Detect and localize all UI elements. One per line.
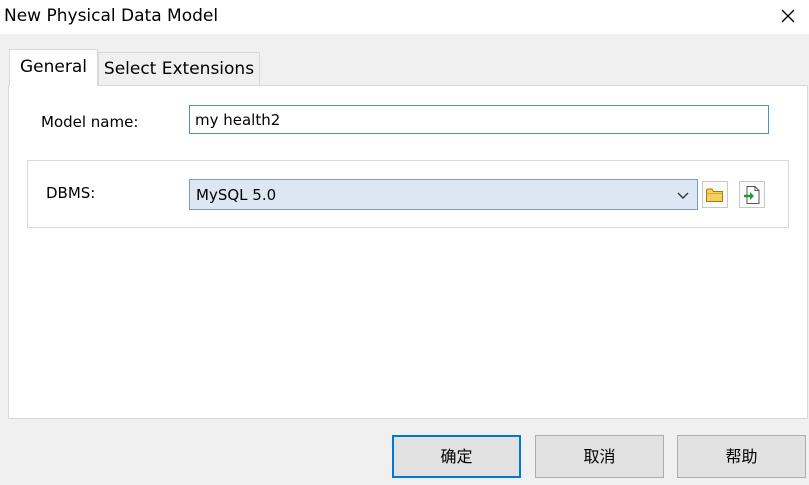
browse-folder-button[interactable]	[702, 181, 728, 208]
folder-icon	[706, 188, 723, 202]
tab-select-extensions[interactable]: Select Extensions	[98, 52, 260, 86]
model-name-input[interactable]	[189, 105, 769, 134]
cancel-button[interactable]: 取消	[535, 435, 664, 478]
close-button[interactable]	[774, 4, 802, 28]
model-name-label: Model name:	[41, 113, 139, 131]
tab-general[interactable]: General	[9, 49, 98, 86]
title-bar: New Physical Data Model	[0, 0, 809, 34]
general-panel: Model name: DBMS: MySQL 5.0	[8, 85, 808, 419]
import-icon	[744, 185, 760, 204]
dbms-selected-value: MySQL 5.0	[196, 186, 277, 204]
chevron-down-icon	[677, 192, 689, 199]
help-button[interactable]: 帮助	[677, 435, 806, 478]
dbms-group: DBMS: MySQL 5.0	[27, 160, 789, 228]
close-icon	[781, 9, 795, 23]
dbms-select[interactable]: MySQL 5.0	[189, 179, 698, 210]
dbms-label: DBMS:	[46, 184, 96, 202]
ok-button[interactable]: 确定	[392, 435, 521, 478]
window-title: New Physical Data Model	[4, 6, 219, 26]
import-dbms-button[interactable]	[739, 181, 765, 208]
